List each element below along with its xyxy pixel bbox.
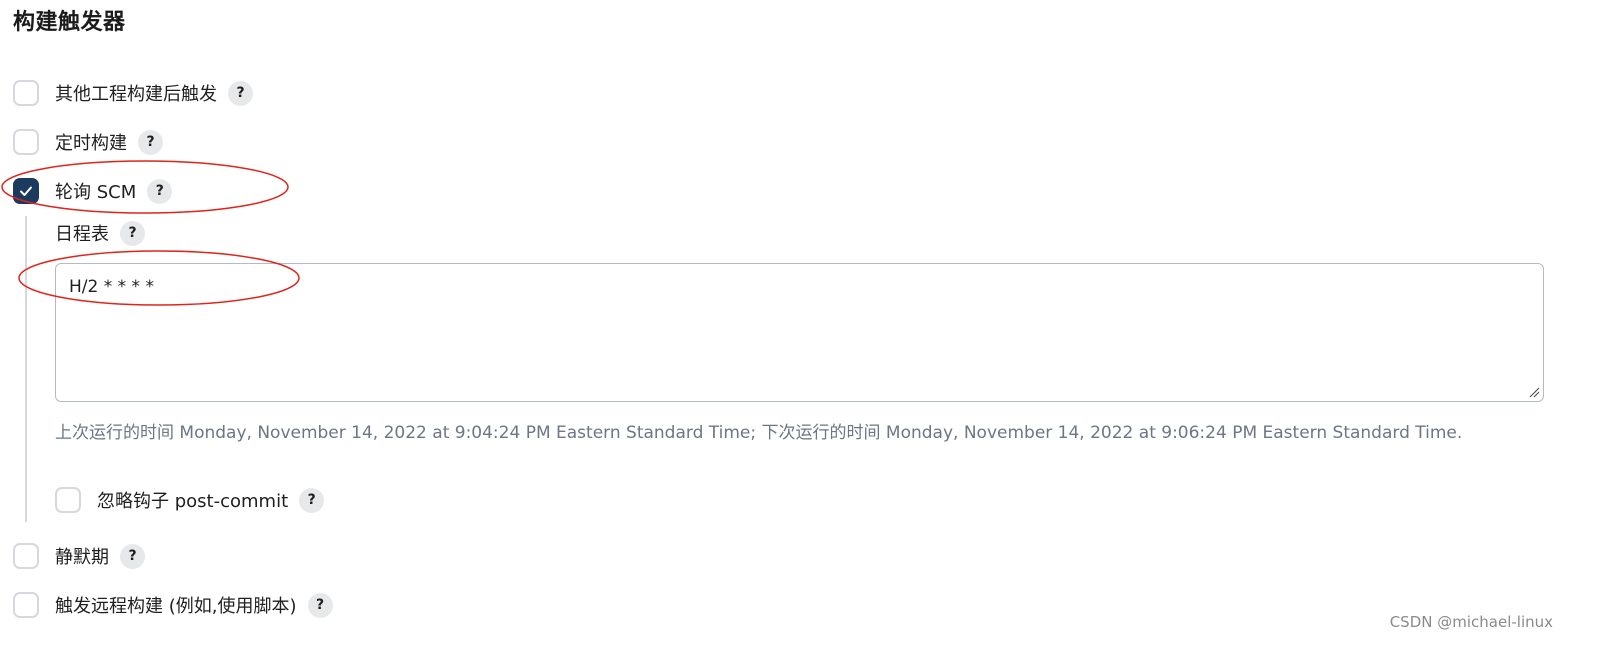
help-icon[interactable]: ? — [147, 178, 173, 204]
periodic-build-checkbox[interactable] — [13, 129, 39, 155]
periodic-build-label[interactable]: 定时构建 — [55, 129, 127, 155]
remote-build-label[interactable]: 触发远程构建 (例如,使用脚本) — [55, 592, 297, 618]
trigger-remote-build: 触发远程构建 (例如,使用脚本) ? — [13, 589, 333, 621]
after-other-projects-label[interactable]: 其他工程构建后触发 — [55, 80, 217, 106]
schedule-label-row: 日程表 ? — [55, 217, 145, 249]
trigger-poll-scm: 轮询 SCM ? — [13, 175, 173, 207]
schedule-value: H/2 * * * * — [69, 277, 154, 297]
trigger-quiet-period: 静默期 ? — [13, 540, 145, 572]
ignore-post-commit-checkbox[interactable] — [55, 487, 81, 513]
remote-build-checkbox[interactable] — [13, 592, 39, 618]
watermark: CSDN @michael-linux — [1389, 613, 1553, 631]
quiet-period-label[interactable]: 静默期 — [55, 543, 109, 569]
poll-scm-label[interactable]: 轮询 SCM — [55, 178, 136, 204]
trigger-after-other-projects: 其他工程构建后触发 ? — [13, 77, 253, 109]
help-icon[interactable]: ? — [120, 220, 145, 246]
help-icon[interactable]: ? — [228, 80, 253, 106]
ignore-post-commit-row: 忽略钩子 post-commit ? — [55, 484, 325, 516]
check-icon — [20, 186, 32, 196]
poll-scm-checkbox[interactable] — [13, 178, 39, 204]
help-icon[interactable]: ? — [138, 129, 163, 155]
after-other-projects-checkbox[interactable] — [13, 80, 39, 106]
ignore-post-commit-label[interactable]: 忽略钩子 post-commit — [97, 487, 288, 513]
quiet-period-checkbox[interactable] — [13, 543, 39, 569]
schedule-label: 日程表 — [55, 224, 109, 245]
help-icon[interactable]: ? — [120, 543, 145, 569]
schedule-textarea[interactable]: H/2 * * * * — [55, 263, 1544, 402]
schedule-run-info: 上次运行的时间 Monday, November 14, 2022 at 9:0… — [55, 423, 1463, 443]
resize-grip-icon[interactable] — [1528, 386, 1540, 398]
nested-options-indent-line — [25, 216, 27, 522]
help-icon[interactable]: ? — [307, 592, 333, 618]
help-icon[interactable]: ? — [299, 487, 325, 513]
section-title: 构建触发器 — [13, 10, 126, 35]
trigger-periodic-build: 定时构建 ? — [13, 126, 163, 158]
